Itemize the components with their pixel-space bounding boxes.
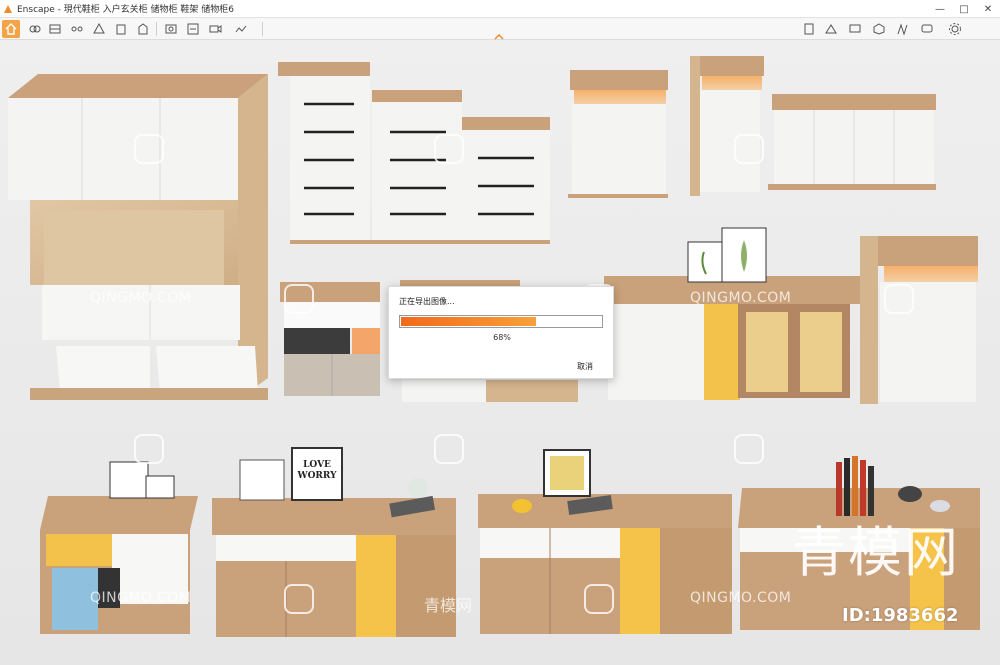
- display-cabinet: [604, 227, 862, 400]
- book-icon[interactable]: [800, 20, 818, 38]
- watermark-logo-icon: [434, 134, 464, 164]
- tall-right-cabinet: [860, 236, 978, 404]
- home-icon[interactable]: [2, 20, 20, 38]
- eye-icon[interactable]: [90, 20, 108, 38]
- watermark-logo-icon: [134, 434, 164, 464]
- watermark-logo-icon: [734, 134, 764, 164]
- material-icon[interactable]: [894, 20, 912, 38]
- compass-icon[interactable]: [112, 20, 130, 38]
- asset-icon[interactable]: [822, 20, 840, 38]
- watermark-logo-icon: [284, 284, 314, 314]
- title-bar: Enscape - 現代鞋柜 入户玄关柜 储物柜 鞋架 储物柜6 — □ ✕: [0, 0, 1000, 18]
- progress-fill: [401, 317, 537, 326]
- toolbar-separator: [156, 22, 157, 36]
- monitor-icon[interactable]: [846, 20, 864, 38]
- watermark-logo-icon: [734, 434, 764, 464]
- colorful-cabinet: [40, 461, 198, 634]
- grid-icon[interactable]: [68, 20, 86, 38]
- progress-label: 68%: [493, 333, 511, 342]
- close-icon[interactable]: ✕: [976, 0, 1000, 18]
- watermark-text: QINGMO.COM: [690, 290, 792, 306]
- brand-watermark: 青模网: [792, 521, 960, 584]
- watermark-logo-icon: [284, 584, 314, 614]
- watermark-text: QINGMO.COM: [90, 590, 192, 606]
- video-export-icon[interactable]: [206, 20, 224, 38]
- watermark-logo-icon: [584, 584, 614, 614]
- panorama-icon[interactable]: [232, 20, 250, 38]
- watermark-text: QINGMO.COM: [690, 590, 792, 606]
- minimize-icon[interactable]: —: [928, 0, 952, 18]
- drawer-chests: [278, 62, 550, 244]
- glow-cabinet: [568, 70, 668, 198]
- settings-icon[interactable]: [946, 20, 964, 38]
- model-id-label: ID:1983662: [842, 605, 959, 626]
- watermark-logo-icon: [884, 284, 914, 314]
- watermark-logo-icon: [434, 434, 464, 464]
- export-progress-dialog: 正在导出图像... 68% 取消: [388, 286, 614, 379]
- bim-icon[interactable]: [46, 20, 64, 38]
- window-controls: — □ ✕: [928, 0, 1000, 18]
- screenshot-icon[interactable]: [162, 20, 180, 38]
- toolbar-separator: [262, 22, 263, 36]
- batch-render-icon[interactable]: [184, 20, 202, 38]
- watermark-chinese: 青模网: [424, 596, 473, 615]
- chat-icon[interactable]: [918, 20, 936, 38]
- link-icon[interactable]: [26, 20, 44, 38]
- narrow-glow-cabinet: [690, 56, 764, 196]
- building-icon[interactable]: [134, 20, 152, 38]
- cube-icon[interactable]: [870, 20, 888, 38]
- window-title: Enscape - 現代鞋柜 入户玄关柜 储物柜 鞋架 储物柜6: [17, 5, 234, 15]
- tall-cabinet: [8, 74, 268, 400]
- low-sideboard: [768, 94, 936, 190]
- dialog-title: 正在导出图像...: [399, 297, 455, 306]
- progress-bar: [399, 315, 603, 328]
- toolbar: [0, 18, 1000, 40]
- watermark-text: QINGMO.COM: [90, 290, 192, 306]
- watermark-logo-icon: [134, 134, 164, 164]
- love-worry-poster-text: LOVE WORRY: [297, 460, 337, 481]
- maximize-icon[interactable]: □: [952, 0, 976, 18]
- cancel-button[interactable]: 取消: [577, 361, 593, 372]
- enscape-logo-icon: [4, 4, 12, 13]
